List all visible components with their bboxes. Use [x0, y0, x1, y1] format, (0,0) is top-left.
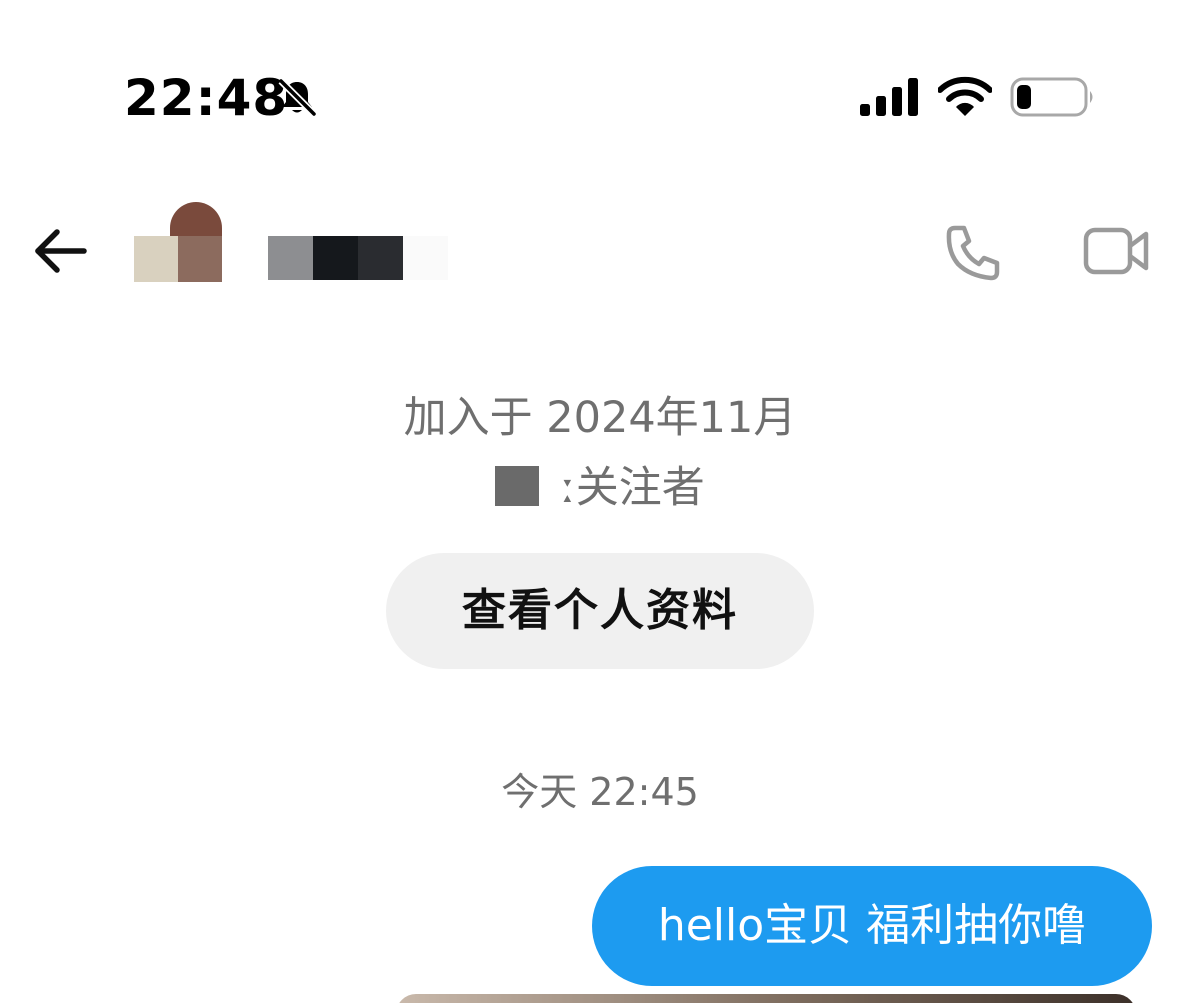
avatar[interactable] [134, 202, 226, 282]
cellular-signal-icon [860, 78, 918, 116]
redaction-block [358, 236, 403, 280]
dm-conversation-screen: 22:48 加入于 2024年11月 ː关注者 查看个人资料 今天 22:45 … [0, 0, 1200, 1003]
avatar-pixel [134, 236, 178, 282]
phone-icon [946, 225, 1000, 281]
arrow-left-icon [35, 229, 87, 273]
outgoing-image-message[interactable] [396, 994, 1136, 1003]
bell-slash-icon [278, 78, 317, 117]
status-time: 22:48 [124, 69, 289, 127]
redaction-block [313, 236, 358, 280]
redaction-block [495, 466, 540, 506]
outgoing-message-bubble[interactable]: hello宝贝 福利抽你噜 [592, 866, 1152, 986]
message-timestamp: 今天 22:45 [501, 770, 699, 814]
avatar-pixel [178, 236, 222, 282]
avatar-pixel [170, 202, 222, 236]
video-call-button[interactable] [1082, 224, 1152, 278]
call-button[interactable] [942, 222, 1004, 284]
redaction-block [268, 236, 313, 280]
back-button[interactable] [30, 224, 90, 278]
wifi-icon [938, 76, 992, 116]
joined-date: 加入于 2024年11月 [403, 393, 797, 443]
view-profile-button[interactable]: 查看个人资料 [386, 553, 814, 669]
followers-count: ː关注者 [0, 460, 1200, 516]
display-name-redacted[interactable] [268, 236, 448, 280]
battery-icon [1010, 77, 1093, 117]
redaction-block [403, 236, 448, 280]
video-camera-icon [1083, 227, 1149, 275]
followers-label: ː关注者 [561, 463, 705, 513]
